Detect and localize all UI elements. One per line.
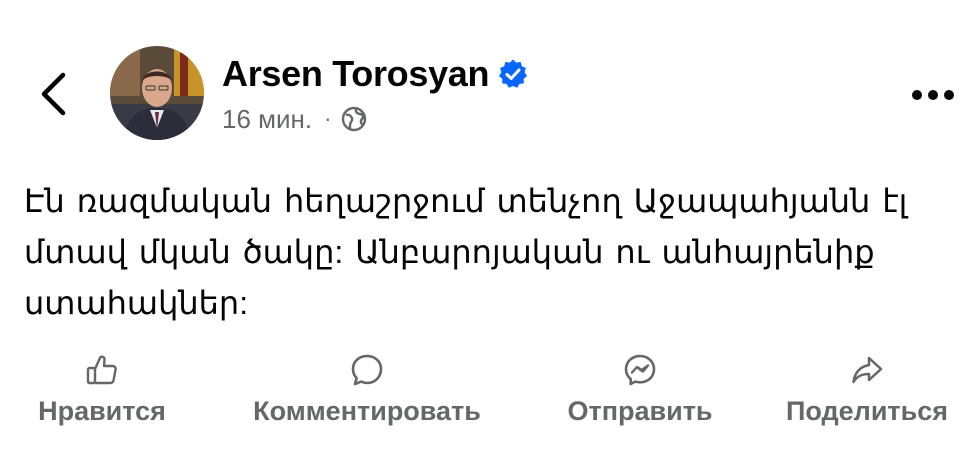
comment-label: Комментировать <box>253 396 481 426</box>
back-button[interactable] <box>30 66 76 122</box>
author-name[interactable]: Arsen Torosyan <box>222 53 490 95</box>
chevron-left-icon <box>38 71 68 117</box>
globe-icon[interactable] <box>341 106 367 132</box>
avatar[interactable] <box>110 46 204 140</box>
meta-separator: · <box>324 106 332 131</box>
more-horizontal-icon <box>911 89 955 101</box>
action-bar: Нравится Комментировать Отправить Подели… <box>0 352 963 432</box>
share-icon <box>849 352 885 388</box>
share-button[interactable]: Поделиться <box>773 352 961 427</box>
verified-badge-icon <box>497 58 529 90</box>
send-button[interactable]: Отправить <box>554 352 726 427</box>
thumbs-up-icon <box>84 352 120 388</box>
like-button[interactable]: Нравится <box>26 352 178 427</box>
like-label: Нравится <box>38 396 166 426</box>
more-options-button[interactable] <box>908 78 958 112</box>
messenger-icon <box>622 352 658 388</box>
author-header: Arsen Torosyan <box>222 52 529 96</box>
comment-button[interactable]: Комментировать <box>230 352 504 427</box>
post-meta: 16 мин. · <box>222 102 367 136</box>
share-label: Поделиться <box>785 396 949 426</box>
send-label: Отправить <box>567 396 713 426</box>
post-text: Էն ռազմական հեղաշրջում տենչող Աջապահյանն… <box>24 183 908 321</box>
post-card: Arsen Torosyan 16 мин. · Էն ռազմական հեղ… <box>0 0 963 450</box>
post-timestamp[interactable]: 16 мин. <box>222 104 312 135</box>
comment-icon <box>349 352 385 388</box>
